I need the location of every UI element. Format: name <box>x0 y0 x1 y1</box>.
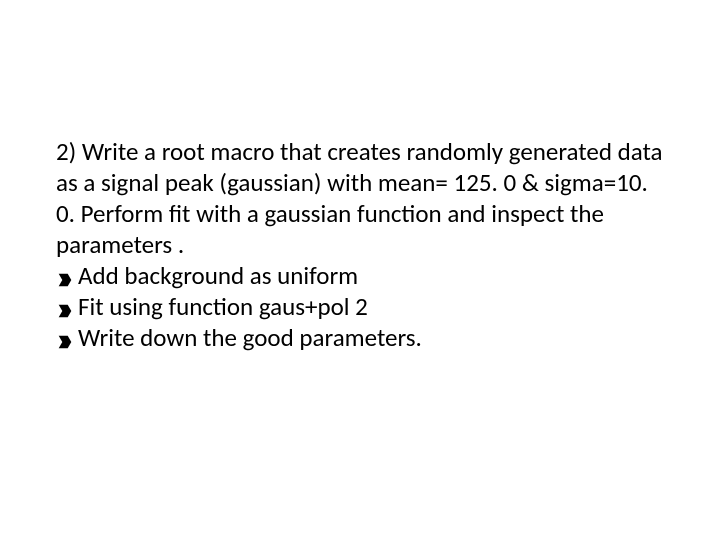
bullet-item-1: Add background as uniform <box>56 260 666 291</box>
arrow-bullet-icon <box>56 260 74 291</box>
slide-body: 2) Write a root macro that creates rando… <box>56 136 666 353</box>
bullet-item-2: Fit using function gaus+pol 2 <box>56 291 666 322</box>
bullet-text: Add background as uniform <box>78 260 358 291</box>
arrow-bullet-icon <box>56 322 74 353</box>
bullet-text: Fit using function gaus+pol 2 <box>78 291 368 322</box>
question-text: 2) Write a root macro that creates rando… <box>56 136 666 260</box>
arrow-bullet-icon <box>56 291 74 322</box>
bullet-text: Write down the good parameters. <box>78 322 422 353</box>
bullet-item-3: Write down the good parameters. <box>56 322 666 353</box>
